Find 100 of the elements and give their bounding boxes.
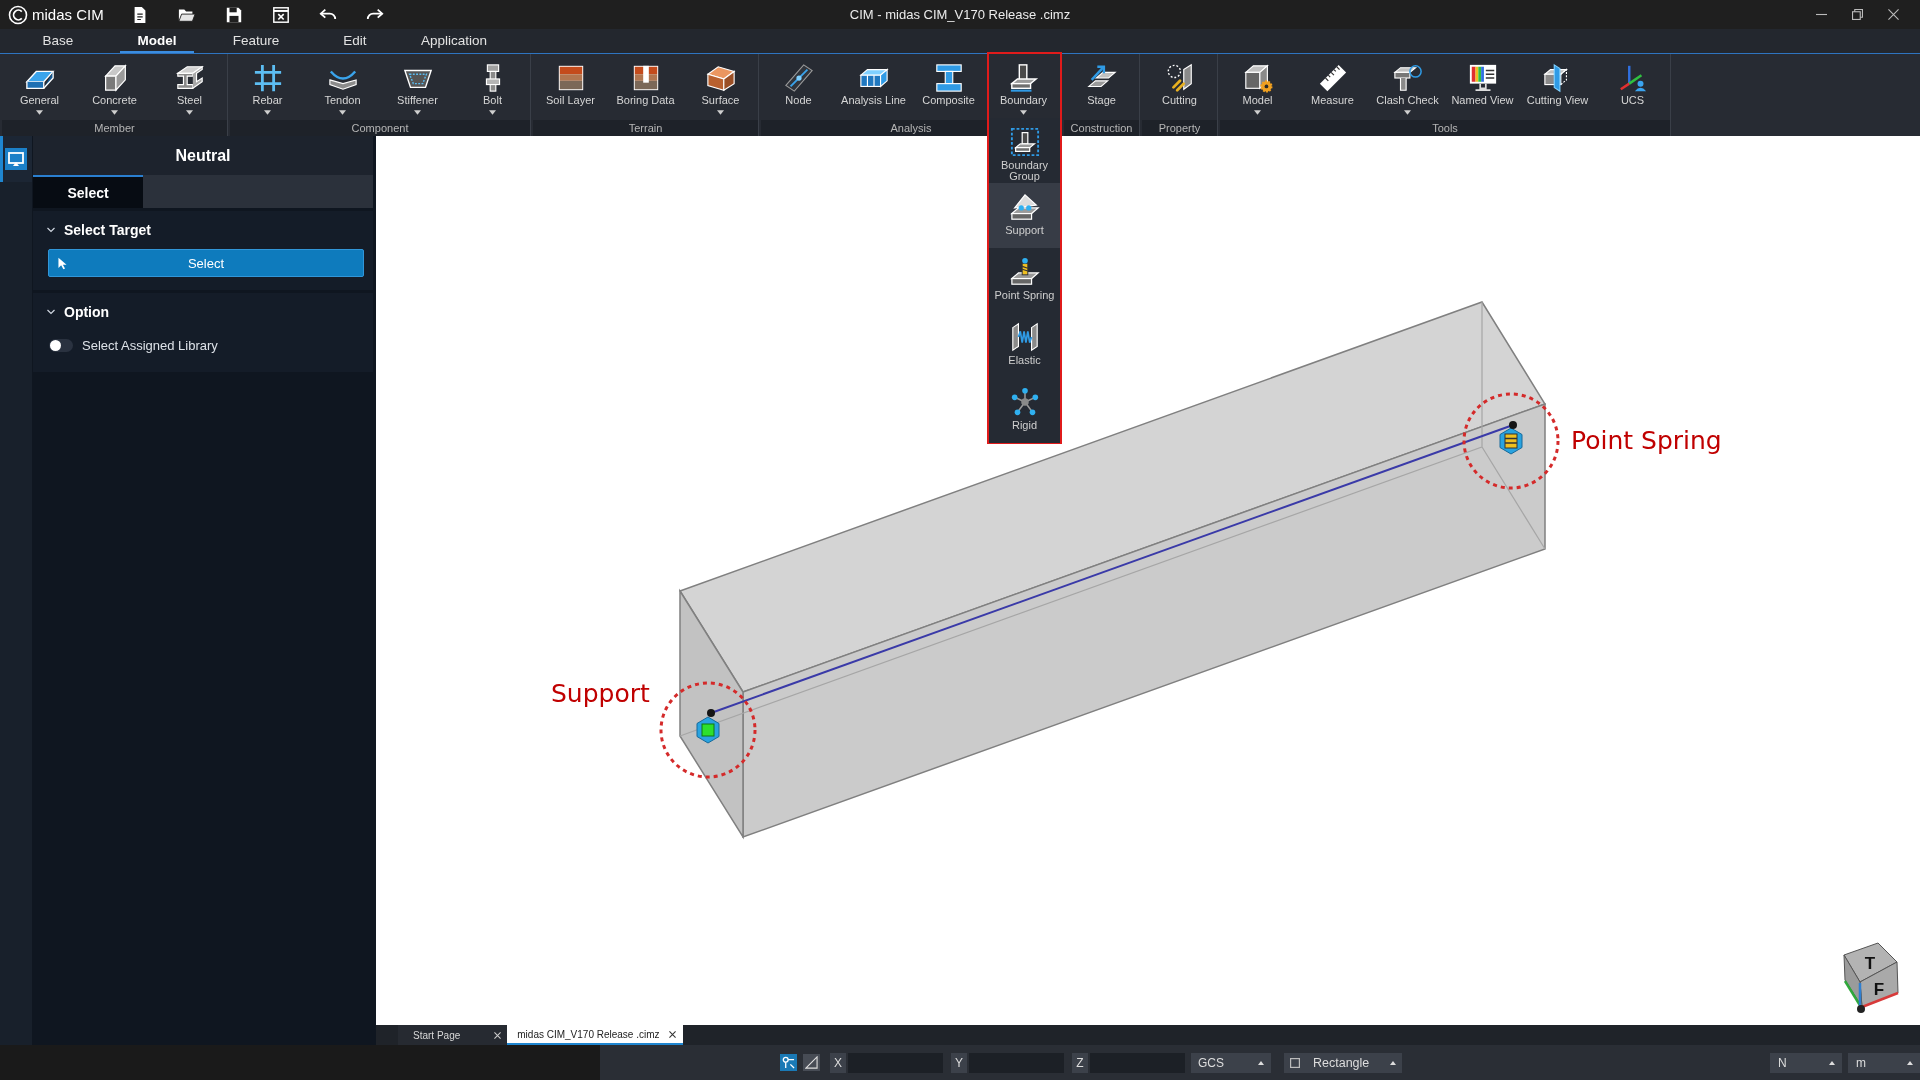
angle-icon bbox=[805, 1056, 818, 1069]
caret-icon bbox=[339, 110, 346, 115]
ribbon-group-label: Tools bbox=[1220, 120, 1670, 136]
ribbon-button[interactable]: Cutting View bbox=[1520, 54, 1595, 120]
select-button[interactable]: Select bbox=[48, 249, 364, 277]
view-cube[interactable] bbox=[1843, 942, 1899, 1008]
snap-toggle-button[interactable] bbox=[780, 1054, 797, 1071]
ribbon-button[interactable]: General bbox=[2, 54, 77, 120]
selection-mode-dropdown[interactable]: Rectangle bbox=[1284, 1052, 1402, 1073]
ribbon-button[interactable]: Concrete bbox=[77, 54, 152, 120]
node-dot-icon[interactable] bbox=[1509, 421, 1517, 429]
unit-dropdown[interactable]: N bbox=[1770, 1052, 1842, 1073]
chevron-down-icon[interactable] bbox=[47, 308, 55, 316]
app-name: midas CIM bbox=[32, 6, 104, 23]
menu-tab[interactable]: Edit bbox=[318, 29, 392, 53]
menu-item[interactable]: Rigid bbox=[989, 378, 1060, 443]
menu-item[interactable]: Support bbox=[989, 183, 1060, 248]
axis-label: Y bbox=[951, 1052, 967, 1073]
restore-icon bbox=[1851, 9, 1863, 20]
caret-icon bbox=[489, 110, 496, 115]
caret-icon bbox=[1254, 110, 1261, 115]
unit-dropdown[interactable]: m bbox=[1848, 1052, 1920, 1073]
cube-face-label[interactable]: T bbox=[1864, 954, 1876, 973]
ribbon-group-label: Terrain bbox=[533, 120, 758, 136]
caret-icon bbox=[36, 110, 43, 115]
cube-gear-icon bbox=[1242, 63, 1273, 93]
axis-triad-icon bbox=[1843, 980, 1899, 1013]
caret-icon bbox=[111, 110, 118, 115]
close-icon[interactable] bbox=[668, 1030, 676, 1038]
cube-face-label[interactable]: F bbox=[1873, 980, 1885, 999]
cursor-icon bbox=[58, 256, 67, 270]
toggle-switch[interactable] bbox=[49, 338, 73, 352]
menu-tab[interactable]: Application bbox=[417, 29, 491, 53]
support-icon bbox=[1009, 192, 1040, 222]
caret-icon bbox=[414, 110, 421, 115]
ribbon-group-label: Member bbox=[2, 120, 227, 136]
callout-label: Support bbox=[551, 679, 650, 708]
ribbon-button[interactable]: Tendon bbox=[305, 54, 380, 120]
monitor-icon bbox=[5, 148, 27, 170]
rigid-link-icon bbox=[1009, 387, 1040, 417]
point-spring-icon bbox=[1009, 257, 1040, 287]
save-icon bbox=[224, 5, 243, 24]
ribbon-button[interactable]: Clash Check bbox=[1370, 54, 1445, 120]
boundary-group-icon bbox=[1009, 127, 1040, 157]
caret-icon bbox=[717, 110, 724, 115]
ribbon-button[interactable]: Soil Layer bbox=[533, 54, 608, 120]
menu-tab[interactable]: Base bbox=[21, 29, 95, 53]
caret-icon bbox=[1829, 1060, 1835, 1065]
caret-icon bbox=[186, 110, 193, 115]
spring-marker-icon[interactable] bbox=[1499, 427, 1523, 455]
ribbon-button[interactable]: Rebar bbox=[230, 54, 305, 120]
coordinate-system-dropdown[interactable]: GCS bbox=[1191, 1052, 1271, 1073]
menu-tab[interactable]: Feature bbox=[219, 29, 293, 53]
caret-icon bbox=[1907, 1060, 1913, 1065]
ribbon-button[interactable]: Composite bbox=[911, 54, 986, 120]
ribbon-button[interactable]: Measure bbox=[1295, 54, 1370, 120]
menu-item[interactable]: Elastic bbox=[989, 313, 1060, 378]
ribbon-button[interactable]: Stage bbox=[1064, 54, 1139, 120]
support-marker-icon[interactable] bbox=[696, 716, 720, 744]
caret-icon bbox=[264, 110, 271, 115]
ribbon-button[interactable]: Analysis Line bbox=[836, 54, 911, 120]
axis-label: Z bbox=[1072, 1052, 1088, 1073]
ribbon-group-label: Property bbox=[1142, 120, 1217, 136]
caret-icon bbox=[1390, 1060, 1396, 1065]
logo-icon bbox=[8, 4, 28, 25]
panel-tab[interactable]: Select bbox=[33, 175, 143, 208]
ribbon-button[interactable]: Bolt bbox=[455, 54, 530, 120]
ribbon-group-label: Component bbox=[230, 120, 530, 136]
document-tab-title: Start Page bbox=[413, 1029, 461, 1041]
angle-toggle-button[interactable] bbox=[803, 1054, 820, 1071]
boundary-icon bbox=[1008, 63, 1039, 93]
document-tab[interactable]: midas CIM_V170 Release .cimz bbox=[507, 1025, 683, 1045]
axes-icon bbox=[1617, 63, 1648, 93]
caret-icon bbox=[1404, 110, 1411, 115]
caret-icon bbox=[1258, 1060, 1264, 1065]
i-section-icon bbox=[933, 63, 964, 93]
node-icon bbox=[783, 63, 814, 93]
ribbon-button[interactable]: Named View bbox=[1445, 54, 1520, 120]
ribbon-button[interactable]: Boring Data bbox=[608, 54, 683, 120]
terrain-surface-icon bbox=[705, 63, 736, 93]
node-dot-icon[interactable] bbox=[707, 709, 715, 717]
document-tab[interactable]: Start Page bbox=[398, 1025, 508, 1045]
ribbon-button[interactable]: Surface bbox=[683, 54, 758, 120]
ribbon-button[interactable]: UCS bbox=[1595, 54, 1670, 120]
ribbon-button[interactable]: Model bbox=[1220, 54, 1295, 120]
ribbon-button[interactable]: Boundary bbox=[986, 54, 1061, 120]
section-title: Select Target bbox=[64, 222, 151, 238]
menu-item[interactable]: Point Spring bbox=[989, 248, 1060, 313]
ribbon-button[interactable]: Stiffener bbox=[380, 54, 455, 120]
ribbon-button[interactable]: Cutting bbox=[1142, 54, 1217, 120]
section-title: Option bbox=[64, 304, 110, 320]
toggle-label: Select Assigned Library bbox=[82, 337, 218, 353]
close-icon bbox=[1887, 9, 1899, 20]
ribbon-button[interactable]: Steel bbox=[152, 54, 227, 120]
chevron-down-icon[interactable] bbox=[47, 226, 55, 234]
window-title: CIM - midas CIM_V170 Release .cimz bbox=[849, 7, 1071, 22]
ribbon-button[interactable]: Node bbox=[761, 54, 836, 120]
axis-label: X bbox=[830, 1052, 846, 1073]
activity-button[interactable] bbox=[0, 136, 32, 182]
named-view-icon bbox=[1467, 63, 1498, 93]
